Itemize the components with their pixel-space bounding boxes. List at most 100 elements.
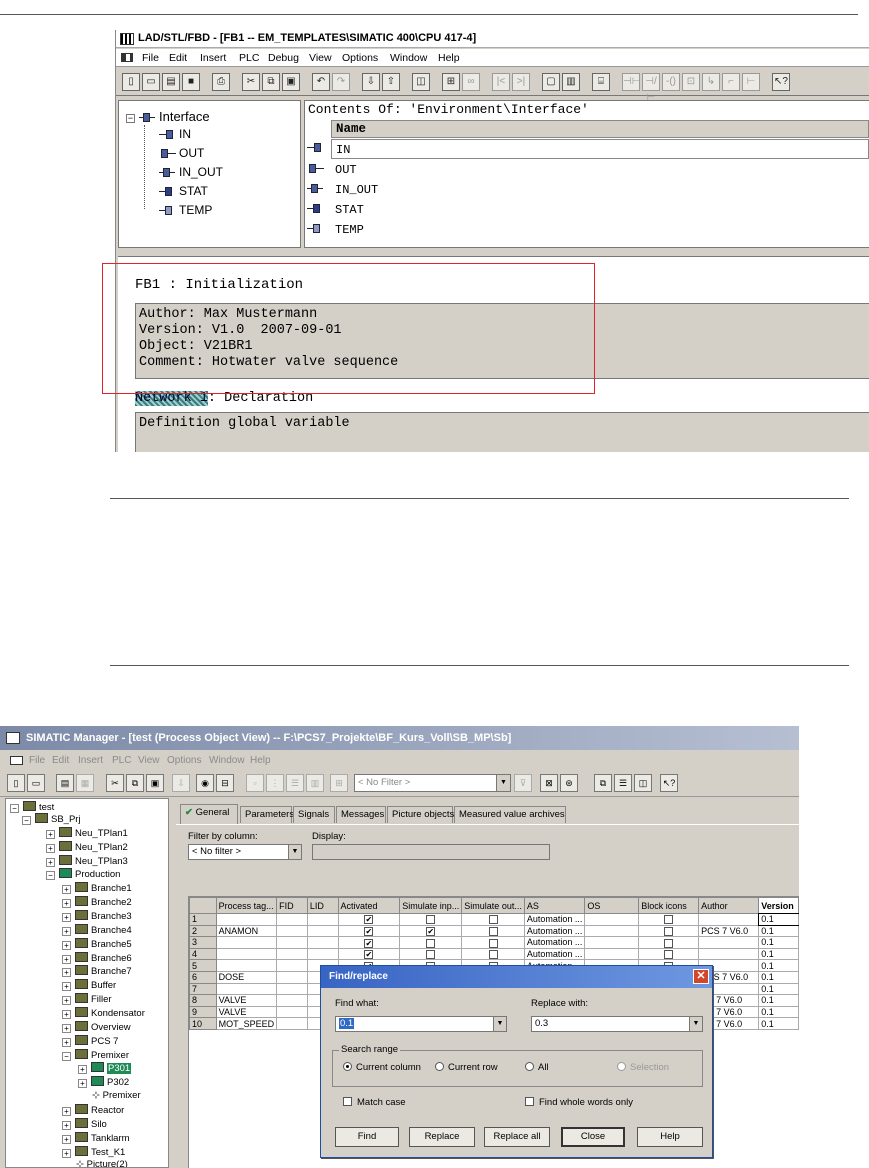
- expand-icon[interactable]: +: [46, 844, 55, 853]
- cell-as[interactable]: Automation ...: [523, 924, 586, 938]
- tree-node-branche1[interactable]: + Branche1: [62, 882, 132, 895]
- menu-edit[interactable]: Edit: [169, 52, 187, 64]
- cell-process-tag[interactable]: VALVE: [215, 1005, 278, 1019]
- checkbox-checked[interactable]: ✔: [364, 926, 374, 936]
- chevron-down-icon[interactable]: ▼: [493, 1017, 506, 1031]
- menu-insert[interactable]: Insert: [200, 52, 226, 64]
- expand-icon[interactable]: +: [62, 982, 71, 991]
- column-header-simulate-inputs[interactable]: Simulate inp...: [399, 897, 463, 914]
- cell-as[interactable]: Automation ...: [523, 936, 586, 949]
- cell-fid[interactable]: [276, 970, 308, 984]
- toggle-view-icon[interactable]: ◫: [412, 73, 430, 91]
- tree-node-branche3[interactable]: + Branche3: [62, 910, 132, 923]
- tree-item-in-out[interactable]: IN_OUT: [159, 165, 223, 179]
- collapse-icon[interactable]: −: [22, 816, 31, 825]
- tree-node-silo[interactable]: + Silo: [62, 1118, 107, 1131]
- checkbox-unchecked[interactable]: [488, 926, 498, 936]
- tree-node-neu-tplan2[interactable]: + Neu_TPlan2: [46, 841, 128, 854]
- cell-lid[interactable]: [306, 924, 339, 938]
- hierarchy-icon[interactable]: ⊞: [330, 774, 348, 792]
- column-header-simulate-outputs[interactable]: Simulate out...: [461, 897, 525, 914]
- menu-options[interactable]: Options: [342, 52, 378, 64]
- cut-icon[interactable]: ✂: [106, 774, 124, 792]
- cell-simulate-outputs[interactable]: [461, 936, 525, 949]
- network-icon[interactable]: ▤: [162, 73, 180, 91]
- close-icon[interactable]: ✕: [693, 969, 709, 984]
- offline-icon[interactable]: ⊟: [216, 774, 234, 792]
- cell-simulate-inputs[interactable]: [399, 913, 463, 926]
- contents-row-in[interactable]: IN: [305, 139, 869, 159]
- expand-icon[interactable]: +: [62, 1149, 71, 1158]
- tree-item-stat[interactable]: STAT: [159, 184, 208, 198]
- cell-as[interactable]: Automation ...: [523, 913, 586, 926]
- cell-process-tag[interactable]: ANAMON: [215, 924, 278, 938]
- tree-node-branche2[interactable]: + Branche2: [62, 896, 132, 909]
- find-what-input[interactable]: 0.1 ▼: [335, 1016, 507, 1032]
- empty-box-icon[interactable]: ⊡: [682, 73, 700, 91]
- network-comment[interactable]: Definition global variable: [135, 412, 869, 452]
- menu-plc[interactable]: PLC: [112, 755, 131, 766]
- tree-node-kondensator[interactable]: + Kondensator: [62, 1007, 145, 1020]
- cell-version[interactable]: 0.1: [758, 982, 799, 996]
- large-icons-icon[interactable]: ▫: [246, 774, 264, 792]
- tree-node-buffer[interactable]: + Buffer: [62, 979, 116, 992]
- tree-node-pcs7[interactable]: + PCS 7: [62, 1035, 118, 1048]
- collapse-icon[interactable]: −: [62, 1052, 71, 1061]
- row-number[interactable]: 1: [189, 913, 217, 926]
- table-row[interactable]: 3 ✔ Automation ... 0.1: [189, 936, 799, 949]
- row-number[interactable]: 8: [189, 994, 217, 1007]
- column-header-process-tag[interactable]: Process tag...: [215, 897, 278, 914]
- download-icon[interactable]: ⇩: [172, 774, 190, 792]
- document-menu-icon[interactable]: [121, 53, 133, 62]
- expand-icon[interactable]: +: [46, 830, 55, 839]
- cell-simulate-inputs[interactable]: [399, 947, 463, 961]
- expand-icon[interactable]: +: [62, 1010, 71, 1019]
- row-number[interactable]: 9: [189, 1005, 217, 1019]
- cell-process-tag[interactable]: DOSE: [215, 970, 278, 984]
- cell-simulate-inputs[interactable]: [399, 936, 463, 949]
- cell-version[interactable]: 0.1: [758, 970, 799, 984]
- tree-node-picture2[interactable]: ⊹ Picture(2): [76, 1158, 128, 1167]
- checkbox-unchecked[interactable]: [664, 950, 674, 959]
- checkbox-unchecked[interactable]: [488, 938, 498, 948]
- cell-lid[interactable]: [306, 936, 339, 949]
- cell-process-tag[interactable]: [215, 947, 278, 961]
- menu-edit[interactable]: Edit: [52, 755, 69, 766]
- cell-version[interactable]: 0.1: [758, 1017, 799, 1030]
- simulation-icon[interactable]: ⊠: [540, 774, 558, 792]
- table-row[interactable]: 4 ✔ Automation ... 0.1: [189, 947, 799, 961]
- tile-horizontal-icon[interactable]: ☰: [614, 774, 632, 792]
- column-header-lid[interactable]: LID: [306, 897, 339, 914]
- cell-fid[interactable]: [276, 947, 308, 961]
- print-icon[interactable]: ⎙: [212, 73, 230, 91]
- row-number[interactable]: 7: [189, 982, 217, 996]
- menu-plc[interactable]: PLC: [239, 52, 259, 64]
- cell-author[interactable]: [698, 936, 760, 949]
- replace-all-button[interactable]: Replace all: [484, 1127, 550, 1147]
- checkbox-unchecked[interactable]: [664, 938, 674, 948]
- context-help-icon[interactable]: ↖?: [772, 73, 790, 91]
- accessible-nodes-icon[interactable]: ▤: [56, 774, 74, 792]
- cell-activated[interactable]: ✔: [337, 947, 401, 961]
- tree-node-premixer[interactable]: − Premixer: [62, 1049, 129, 1062]
- menu-file[interactable]: File: [142, 52, 159, 64]
- cell-process-tag[interactable]: [215, 982, 278, 996]
- cell-version[interactable]: 0.1: [758, 994, 799, 1007]
- expand-icon[interactable]: +: [62, 996, 71, 1005]
- tree-node-branche4[interactable]: + Branche4: [62, 924, 132, 937]
- checkbox-checked[interactable]: ✔: [364, 938, 374, 948]
- branch-close-icon[interactable]: ⌐: [722, 73, 740, 91]
- tree-node-branche5[interactable]: + Branche5: [62, 938, 132, 951]
- expand-icon[interactable]: +: [62, 968, 71, 977]
- menu-window[interactable]: Window: [209, 755, 245, 766]
- expand-icon[interactable]: +: [62, 927, 71, 936]
- cell-as[interactable]: Automation ...: [523, 947, 586, 961]
- tree-item-out[interactable]: OUT: [159, 146, 204, 160]
- expand-icon[interactable]: +: [62, 941, 71, 950]
- new-icon[interactable]: ▯: [122, 73, 140, 91]
- cell-simulate-inputs[interactable]: ✔: [399, 924, 463, 938]
- tab-general[interactable]: ✔ General: [180, 804, 238, 824]
- upload-icon[interactable]: ⇧: [382, 73, 400, 91]
- collapse-icon[interactable]: −: [46, 871, 55, 880]
- checkbox-unchecked[interactable]: [426, 915, 436, 925]
